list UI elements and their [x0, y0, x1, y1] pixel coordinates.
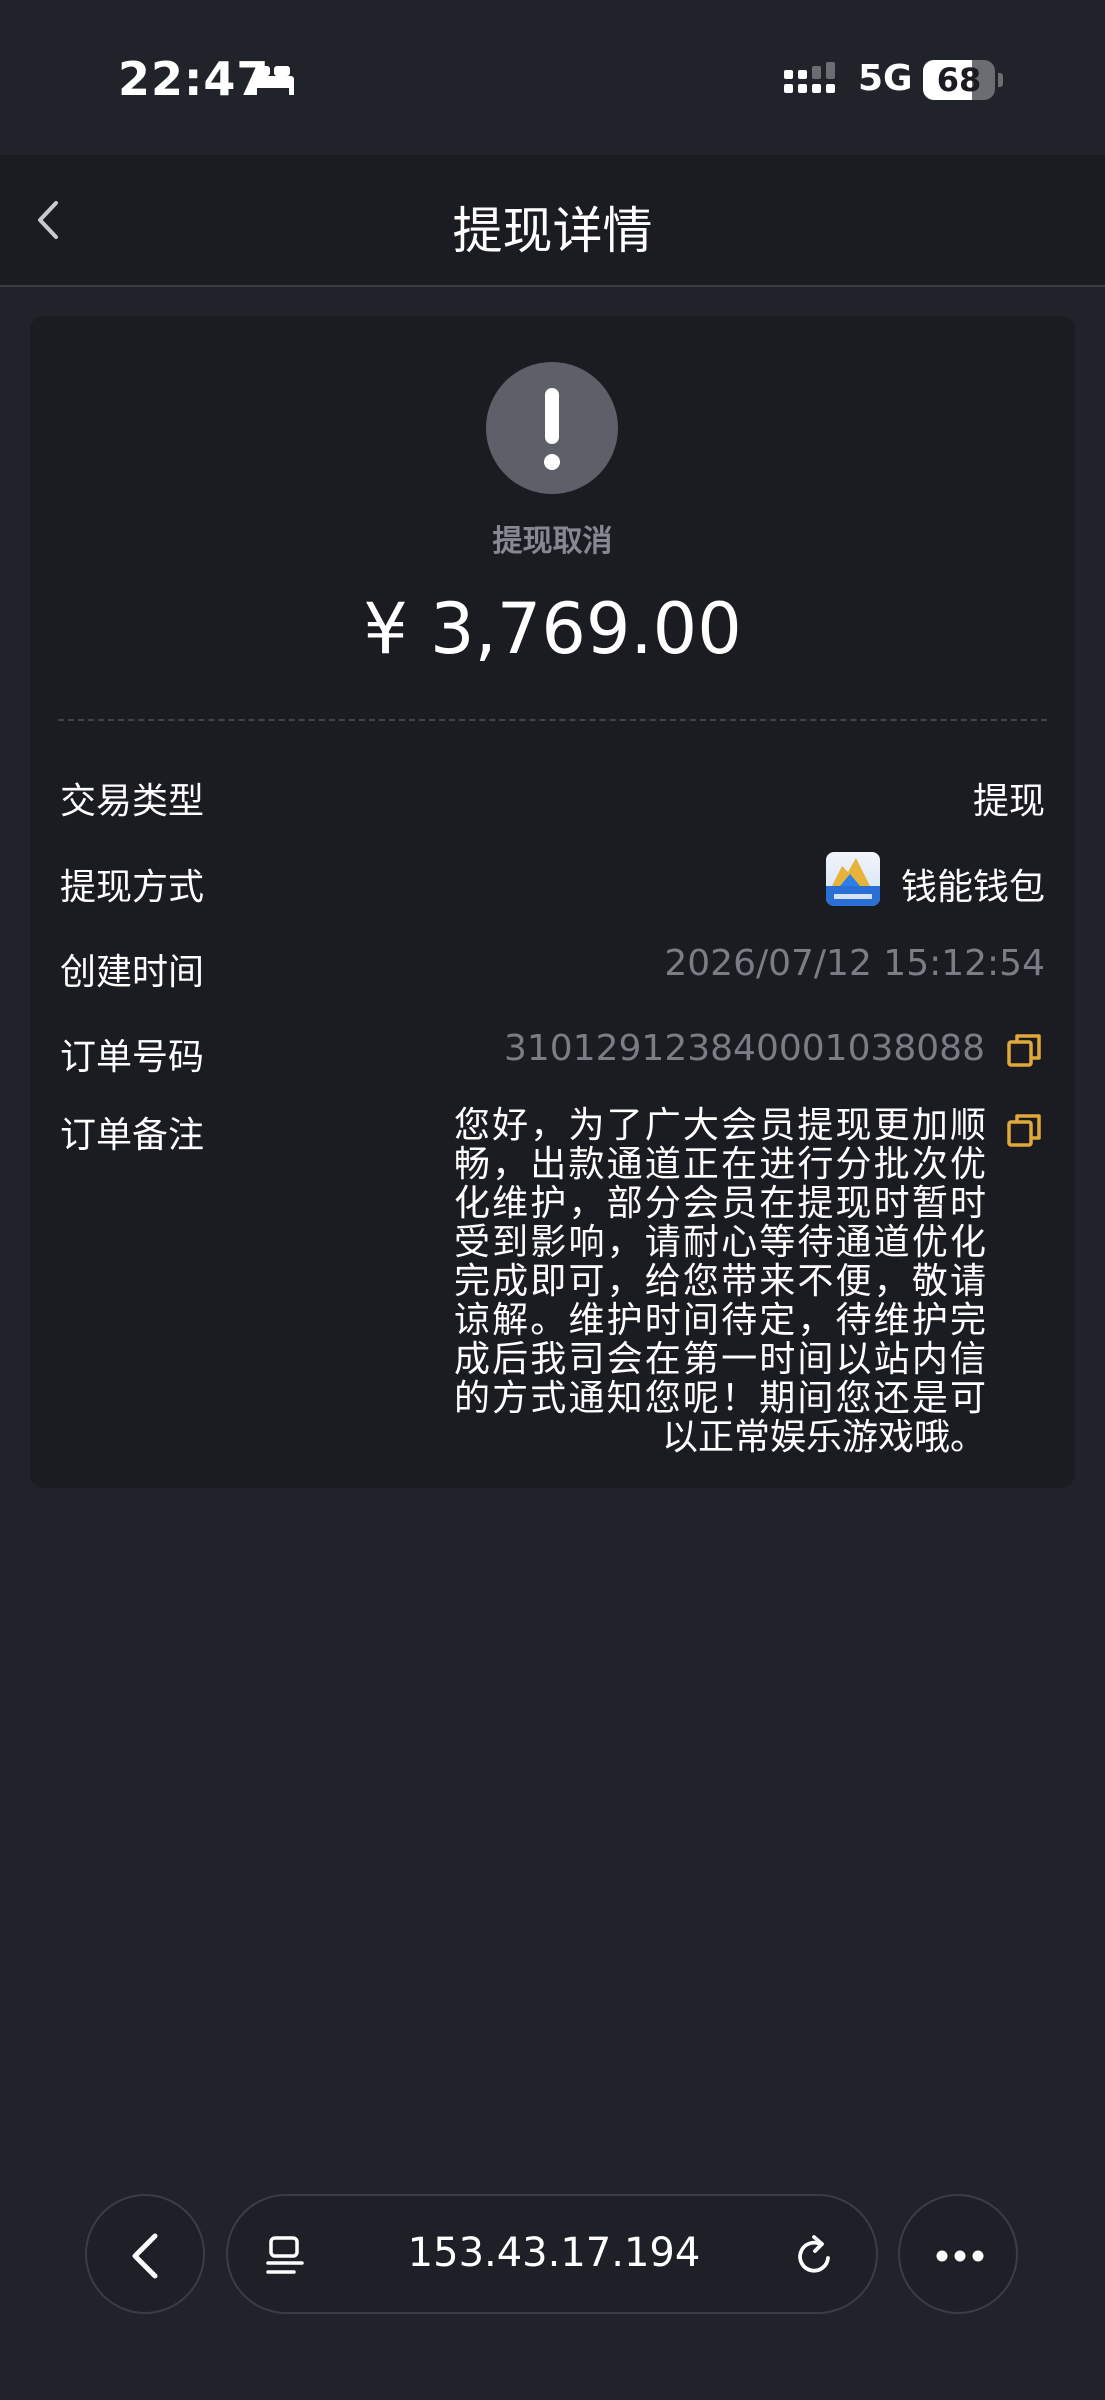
copy-order-number-icon[interactable] [1006, 1032, 1042, 1068]
exclamation-icon [486, 362, 618, 494]
copy-order-note-icon[interactable] [1006, 1112, 1042, 1148]
browser-more-button[interactable] [898, 2194, 1018, 2314]
battery-level: 68 [936, 61, 982, 99]
created-time-value: 2026/07/12 15:12:54 [664, 943, 1045, 984]
dashed-divider [58, 719, 1047, 721]
status-bar: 22:47 5G 68 [0, 0, 1105, 155]
withdraw-method-value: 钱能钱包 [900, 867, 1045, 908]
order-note-value: 您好，为了广大会员提现更加顺畅，出款通道正在进行分批次优化维护，部分会员在提现时… [454, 1105, 986, 1458]
reload-icon[interactable] [790, 2232, 838, 2280]
order-number-value: 31012912384000103808​8 [504, 1028, 985, 1069]
battery-indicator: 68 [923, 60, 995, 100]
wallet-app-icon [826, 852, 880, 906]
nav-bar: 提现详情 [0, 155, 1105, 287]
created-time-label: 创建时间 [60, 952, 205, 993]
transaction-type-value: 提现 [972, 781, 1045, 822]
browser-back-button[interactable] [85, 2194, 205, 2314]
network-type: 5G [858, 58, 913, 99]
order-number-label: 订单号码 [60, 1037, 205, 1078]
more-dots-icon [936, 2250, 984, 2262]
withdrawal-amount: ¥ 3,769.00 [363, 588, 742, 670]
url-text: 153.43.17.194 [407, 2230, 701, 2276]
cellular-signal-icon [784, 62, 835, 93]
order-note-label: 订单备注 [60, 1115, 205, 1156]
chevron-left-icon [132, 2233, 158, 2279]
withdrawal-status: 提现取消 [492, 524, 613, 559]
page-title: 提现详情 [452, 202, 653, 260]
sleep-mode-icon [252, 66, 294, 95]
address-bar[interactable]: 153.43.17.194 [226, 2194, 878, 2314]
withdraw-method-label: 提现方式 [60, 867, 205, 908]
status-time: 22:47 [118, 52, 270, 106]
transaction-type-label: 交易类型 [60, 781, 205, 822]
battery-tip [998, 73, 1003, 87]
withdrawal-detail-card: 提现取消 ¥ 3,769.00 交易类型 提现 提现方式 钱能钱包 创建时间 2… [30, 316, 1075, 1488]
